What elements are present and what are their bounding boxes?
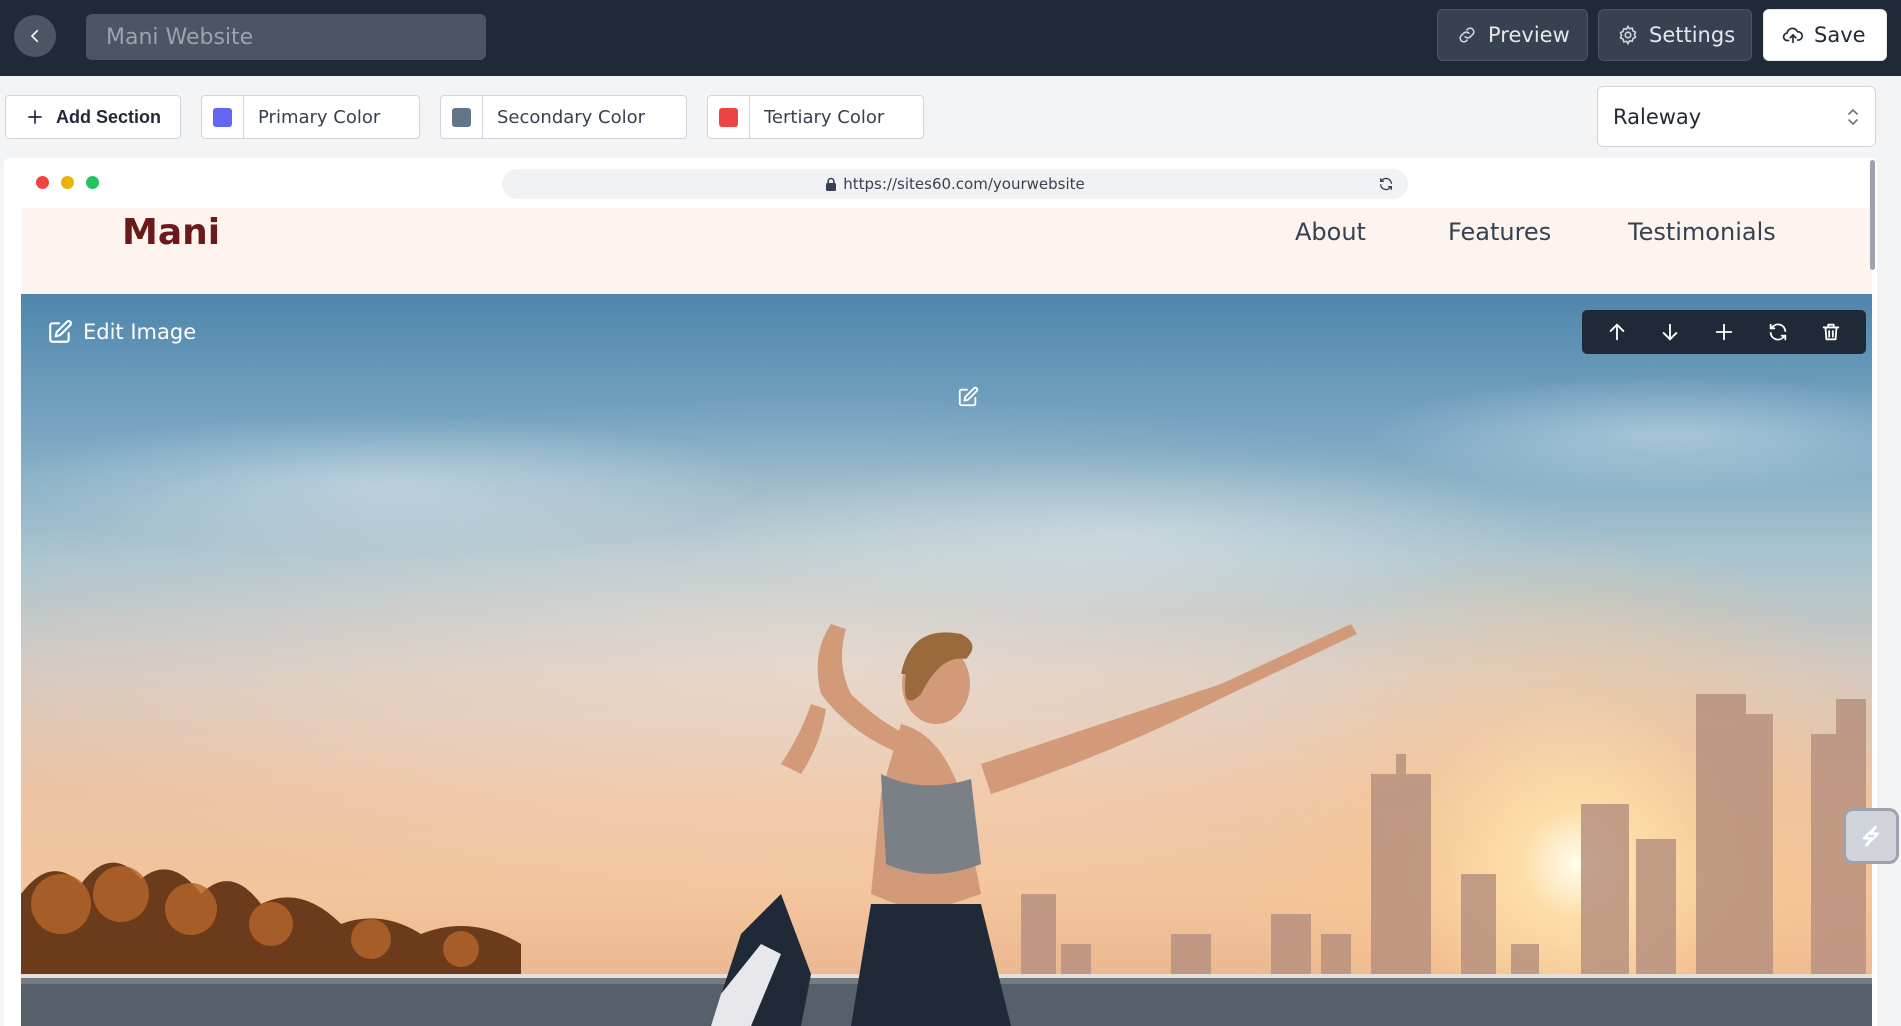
reload-icon[interactable] <box>1378 176 1394 192</box>
primary-color-button[interactable]: Primary Color <box>201 95 420 139</box>
tertiary-color-button[interactable]: Tertiary Color <box>707 95 924 139</box>
add-below-button[interactable] <box>1704 312 1744 352</box>
secondary-color-label: Secondary Color <box>497 106 646 128</box>
preview-scrollbar[interactable] <box>1870 160 1875 270</box>
link-icon <box>1456 24 1478 46</box>
save-button[interactable]: Save <box>1763 9 1887 61</box>
secondary-color-button[interactable]: Secondary Color <box>440 95 687 139</box>
nav-link-about[interactable]: About <box>1295 218 1366 246</box>
site-title-input[interactable] <box>86 14 486 60</box>
preview-label: Preview <box>1488 23 1570 47</box>
edit-image-button[interactable]: Edit Image <box>47 319 196 345</box>
font-select[interactable]: Raleway <box>1597 86 1876 147</box>
refresh-icon <box>1767 321 1789 343</box>
move-up-button[interactable] <box>1597 312 1637 352</box>
hero-illustration <box>21 624 1872 1026</box>
tertiary-color-label: Tertiary Color <box>764 106 885 128</box>
maximize-dot <box>86 176 99 189</box>
site-canvas: Mani About Features Testimonials Edit Im… <box>21 208 1872 1026</box>
font-select-value: Raleway <box>1613 104 1702 129</box>
nav-link-testimonials[interactable]: Testimonials <box>1628 218 1776 246</box>
website-preview: https://sites60.com/yourwebsite Mani Abo… <box>4 158 1877 1026</box>
add-section-label: Add Section <box>56 106 162 127</box>
editor-toolbar: Add Section Primary Color Secondary Colo… <box>0 76 1901 156</box>
replace-section-button[interactable] <box>1758 312 1798 352</box>
back-button[interactable] <box>14 15 56 57</box>
minimize-dot <box>61 176 74 189</box>
section-controls <box>1582 310 1866 354</box>
hero-image-section: Edit Image <box>21 294 1872 1026</box>
site-navbar: Mani About Features Testimonials <box>21 208 1872 294</box>
delete-section-button[interactable] <box>1811 312 1851 352</box>
nav-link-features[interactable]: Features <box>1448 218 1551 246</box>
site-logo[interactable]: Mani <box>122 212 220 253</box>
arrow-down-icon <box>1659 321 1681 343</box>
hero-edit-icon[interactable] <box>957 386 979 408</box>
tertiary-color-swatch <box>719 107 738 127</box>
settings-button[interactable]: Settings <box>1598 9 1752 61</box>
lock-icon <box>825 177 837 191</box>
move-down-button[interactable] <box>1650 312 1690 352</box>
preview-button[interactable]: Preview <box>1437 9 1588 61</box>
trash-icon <box>1820 321 1842 343</box>
settings-label: Settings <box>1649 23 1736 47</box>
secondary-color-swatch <box>452 107 471 127</box>
arrow-up-icon <box>1606 321 1628 343</box>
plus-icon <box>1713 321 1735 343</box>
gear-icon <box>1617 24 1639 46</box>
plus-icon <box>26 108 44 126</box>
edit-icon <box>47 319 73 345</box>
edit-image-label: Edit Image <box>83 320 197 344</box>
close-dot <box>36 176 49 189</box>
top-bar: Preview Settings Save <box>0 0 1901 76</box>
lightning-icon <box>1857 822 1885 850</box>
primary-color-label: Primary Color <box>258 106 381 128</box>
chevron-left-icon <box>26 27 44 45</box>
url-text: https://sites60.com/yourwebsite <box>843 175 1085 193</box>
cloud-upload-icon <box>1782 24 1804 46</box>
chevron-up-down-icon <box>1845 106 1861 128</box>
primary-color-swatch <box>213 107 232 127</box>
window-dots <box>36 176 99 189</box>
save-label: Save <box>1814 23 1866 47</box>
add-section-button[interactable]: Add Section <box>5 95 181 139</box>
url-bar: https://sites60.com/yourwebsite <box>502 169 1408 199</box>
floating-action-button[interactable] <box>1843 808 1899 864</box>
